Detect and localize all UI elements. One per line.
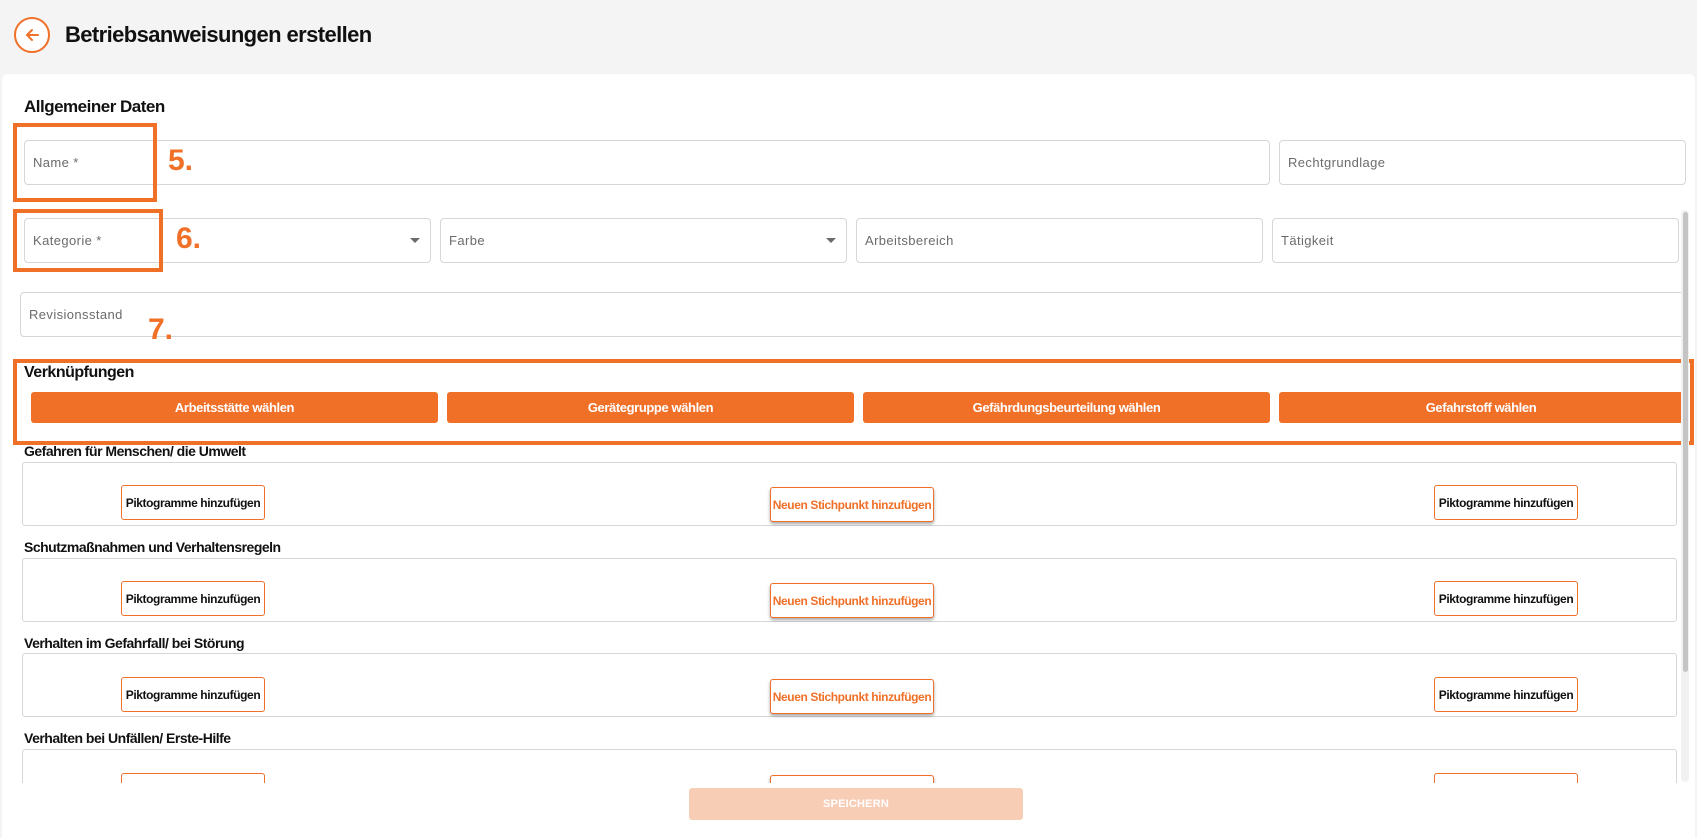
arbeitsbereich-placeholder: Arbeitsbereich: [865, 233, 954, 248]
arrow-left-icon: [26, 29, 39, 41]
taetigkeit-placeholder: Tätigkeit: [1281, 233, 1334, 248]
add-pictogram-right-button[interactable]: Piktogramme hinzufügen: [1434, 677, 1578, 712]
taetigkeit-field[interactable]: Tätigkeit: [1272, 218, 1679, 263]
save-button[interactable]: SPEICHERN: [689, 788, 1023, 820]
name-field[interactable]: Name *: [24, 140, 1270, 185]
section-title-gefahrfall: Verhalten im Gefahrfall/ bei Störung: [24, 635, 245, 651]
section-title-schutzmassnahmen: Schutzmaßnahmen und Verhaltensregeln: [24, 539, 281, 555]
add-pictogram-right-button[interactable]: Piktogramme hinzufügen: [1434, 485, 1578, 520]
farbe-placeholder: Farbe: [449, 233, 485, 248]
add-pictogram-left-button[interactable]: Piktogramme hinzufügen: [121, 581, 265, 616]
add-bullet-button[interactable]: Neuen Stichpunkt hinzufügen: [770, 487, 934, 522]
revisionsstand-placeholder: Revisionsstand: [29, 307, 123, 322]
annotation-number-7: 7.: [148, 313, 174, 346]
annotation-box-7: [13, 359, 1694, 445]
general-section-title: Allgemeiner Daten: [24, 97, 165, 116]
back-button[interactable]: [14, 17, 50, 53]
page-header: Betriebsanweisungen erstellen: [0, 0, 1697, 72]
chevron-down-icon: [826, 238, 836, 243]
farbe-select[interactable]: Farbe: [440, 218, 847, 263]
scrollbar-thumb[interactable]: [1683, 212, 1688, 672]
add-pictogram-left-button[interactable]: Piktogramme hinzufügen: [121, 485, 265, 520]
rechtgrundlage-placeholder: Rechtgrundlage: [1288, 155, 1386, 170]
main-panel: [2, 74, 1695, 838]
annotation-number-5: 5.: [168, 144, 194, 177]
chevron-down-icon: [410, 238, 420, 243]
add-pictogram-left-button[interactable]: Piktogramme hinzufügen: [121, 677, 265, 712]
annotation-box-5: [13, 123, 157, 202]
annotation-box-6: [13, 209, 163, 272]
section-title-erste-hilfe: Verhalten bei Unfällen/ Erste-Hilfe: [24, 730, 231, 746]
annotation-number-6: 6.: [176, 222, 202, 255]
arbeitsbereich-field[interactable]: Arbeitsbereich: [856, 218, 1263, 263]
revisionsstand-field[interactable]: Revisionsstand: [20, 292, 1684, 337]
section-title-gefahren: Gefahren für Menschen/ die Umwelt: [24, 443, 246, 459]
add-bullet-button[interactable]: Neuen Stichpunkt hinzufügen: [770, 583, 934, 618]
rechtgrundlage-field[interactable]: Rechtgrundlage: [1279, 140, 1686, 185]
add-bullet-button[interactable]: Neuen Stichpunkt hinzufügen: [770, 679, 934, 714]
add-pictogram-right-button[interactable]: Piktogramme hinzufügen: [1434, 581, 1578, 616]
page-title: Betriebsanweisungen erstellen: [65, 22, 372, 47]
